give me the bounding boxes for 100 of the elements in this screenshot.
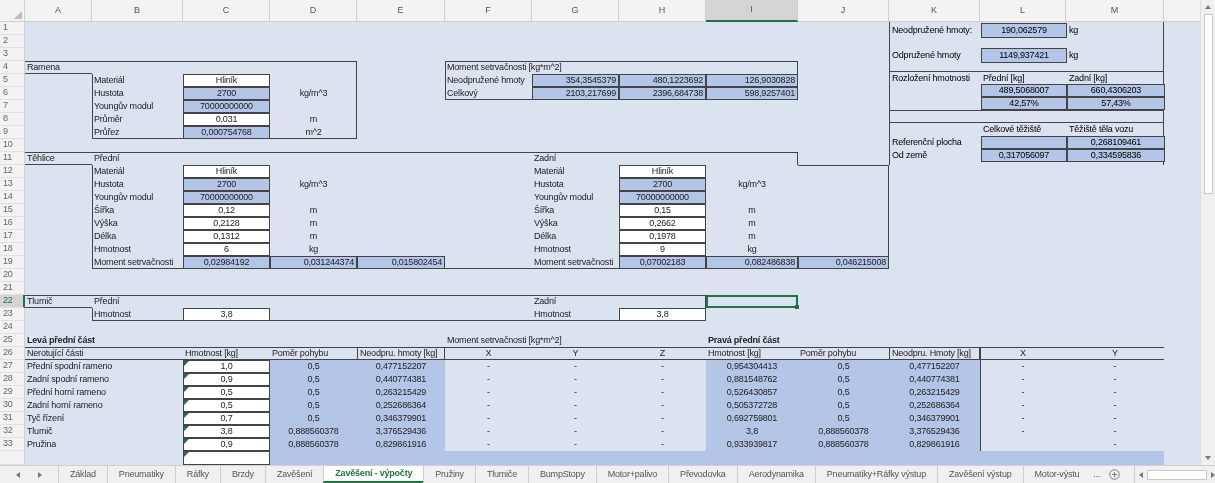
- input-cell: 0,1312: [183, 230, 270, 243]
- more-tabs-button[interactable]: ...: [1090, 466, 1104, 483]
- unit-label: -: [573, 438, 578, 451]
- sheet-tab[interactable]: Aerodynamika: [736, 466, 815, 483]
- row-number[interactable]: 4: [0, 61, 25, 74]
- input-cell: 0,15: [619, 204, 706, 217]
- row-number[interactable]: 6: [0, 87, 25, 100]
- sheet-tab[interactable]: Motor+palivo: [595, 466, 669, 483]
- vertical-scrollbar[interactable]: [1200, 0, 1215, 465]
- column-header[interactable]: F: [445, 0, 532, 22]
- cell-label: Výška: [533, 217, 559, 230]
- sheet-tab[interactable]: Pneumatiky+Ráfky výstup: [814, 466, 937, 483]
- row-number[interactable]: 29: [0, 386, 25, 399]
- corner-marker-icon: [184, 374, 189, 379]
- sheet-tab[interactable]: Motor-výstu: [1022, 466, 1091, 483]
- column-header[interactable]: E: [357, 0, 445, 22]
- table-cell: 0,933939817: [706, 438, 798, 451]
- add-sheet-icon[interactable]: [1109, 469, 1121, 480]
- column-header[interactable]: I: [706, 0, 798, 22]
- scroll-up-icon[interactable]: [1204, 3, 1212, 11]
- cell-label: Tlumič: [26, 295, 54, 308]
- column-header[interactable]: L: [980, 0, 1066, 22]
- column-header[interactable]: D: [270, 0, 357, 22]
- row-number[interactable]: 21: [0, 282, 25, 295]
- column-header[interactable]: G: [532, 0, 619, 22]
- column-header[interactable]: A: [25, 0, 92, 22]
- sheet-tab[interactable]: Zavěšení výstup: [937, 466, 1023, 483]
- row-number[interactable]: 22: [0, 295, 25, 308]
- scroll-thumb[interactable]: [1147, 469, 1208, 480]
- row-number[interactable]: 15: [0, 204, 25, 217]
- sheet-tab[interactable]: Pneumatiky: [106, 466, 175, 483]
- sheet-tab[interactable]: Brzdy: [219, 466, 265, 483]
- cell-label: Moment setrvačnosti: [93, 256, 175, 269]
- row-number[interactable]: 33: [0, 438, 25, 451]
- column-header[interactable]: C: [183, 0, 270, 22]
- unit-label: m: [308, 113, 319, 126]
- column-header[interactable]: J: [798, 0, 889, 22]
- unit-label: kg: [1068, 48, 1080, 62]
- cell-label: Hmotnost: [533, 308, 572, 321]
- cell-label: Zadní: [533, 295, 557, 308]
- row-number[interactable]: 18: [0, 243, 25, 256]
- row-number[interactable]: 3: [0, 48, 25, 61]
- row-number[interactable]: 19: [0, 256, 25, 269]
- sheet-tab[interactable]: Tlumiče: [474, 466, 528, 483]
- next-sheet-icon[interactable]: [36, 470, 44, 479]
- cell-label: Nerotující části: [26, 347, 85, 360]
- row-number[interactable]: 12: [0, 165, 25, 178]
- cell-label: Hustota: [533, 178, 565, 191]
- row-number[interactable]: 24: [0, 321, 25, 334]
- sheet-tab[interactable]: Zavěšení - výpočty: [323, 466, 424, 483]
- row-number[interactable]: 2: [0, 35, 25, 48]
- scroll-thumb[interactable]: [1203, 14, 1213, 194]
- row-number[interactable]: 11: [0, 152, 25, 165]
- row-number[interactable]: 9: [0, 126, 25, 139]
- input-cell: 3,8: [619, 308, 706, 321]
- sheet-tab[interactable]: Ráfky: [174, 466, 220, 483]
- unit-label: kg: [746, 243, 758, 256]
- unit-label: m: [308, 217, 319, 230]
- sheet-tab[interactable]: Pružiny: [423, 466, 475, 483]
- selected-cell[interactable]: [706, 295, 798, 308]
- table-cell: 0,346379901: [357, 412, 445, 425]
- row-number[interactable]: 26: [0, 347, 25, 360]
- sheet-tab[interactable]: Základ: [58, 466, 107, 483]
- row-number[interactable]: 31: [0, 412, 25, 425]
- column-header[interactable]: H: [619, 0, 706, 22]
- row-number[interactable]: 16: [0, 217, 25, 230]
- sheet-tab[interactable]: BumpStopy: [528, 466, 596, 483]
- unit-label: -: [486, 360, 491, 373]
- column-header[interactable]: K: [889, 0, 980, 22]
- table-cell: 598,9257401: [706, 87, 798, 100]
- row-number[interactable]: 8: [0, 113, 25, 126]
- row-number[interactable]: 1: [0, 22, 25, 35]
- horizontal-scrollbar[interactable]: [1134, 466, 1215, 483]
- table-cell: 0,888560378: [270, 438, 357, 451]
- cell-label: Výška: [93, 217, 119, 230]
- unit-label: -: [573, 386, 578, 399]
- table-cell: 0,477152207: [357, 360, 445, 373]
- scroll-left-icon[interactable]: [1137, 470, 1146, 479]
- row-number[interactable]: 17: [0, 230, 25, 243]
- row-number[interactable]: 25: [0, 334, 25, 347]
- sheet-tab[interactable]: Převodovka: [668, 466, 737, 483]
- previous-sheet-icon[interactable]: [14, 470, 22, 479]
- column-header[interactable]: M: [1066, 0, 1164, 22]
- corner-marker-icon: [184, 400, 189, 405]
- row-number[interactable]: 20: [0, 269, 25, 282]
- unit-label: -: [573, 373, 578, 386]
- column-header[interactable]: B: [92, 0, 183, 22]
- row-number[interactable]: 14: [0, 191, 25, 204]
- row-number[interactable]: 30: [0, 399, 25, 412]
- row-number[interactable]: 13: [0, 178, 25, 191]
- row-number[interactable]: 5: [0, 74, 25, 87]
- unit-label: -: [573, 425, 578, 438]
- row-number[interactable]: 32: [0, 425, 25, 438]
- row-number[interactable]: 23: [0, 308, 25, 321]
- row-number[interactable]: 27: [0, 360, 25, 373]
- row-number[interactable]: 28: [0, 373, 25, 386]
- scroll-down-icon[interactable]: [1204, 454, 1212, 462]
- row-number[interactable]: 7: [0, 100, 25, 113]
- cell-label: Moment setrvačnosti: [533, 256, 615, 269]
- row-number[interactable]: 10: [0, 139, 25, 152]
